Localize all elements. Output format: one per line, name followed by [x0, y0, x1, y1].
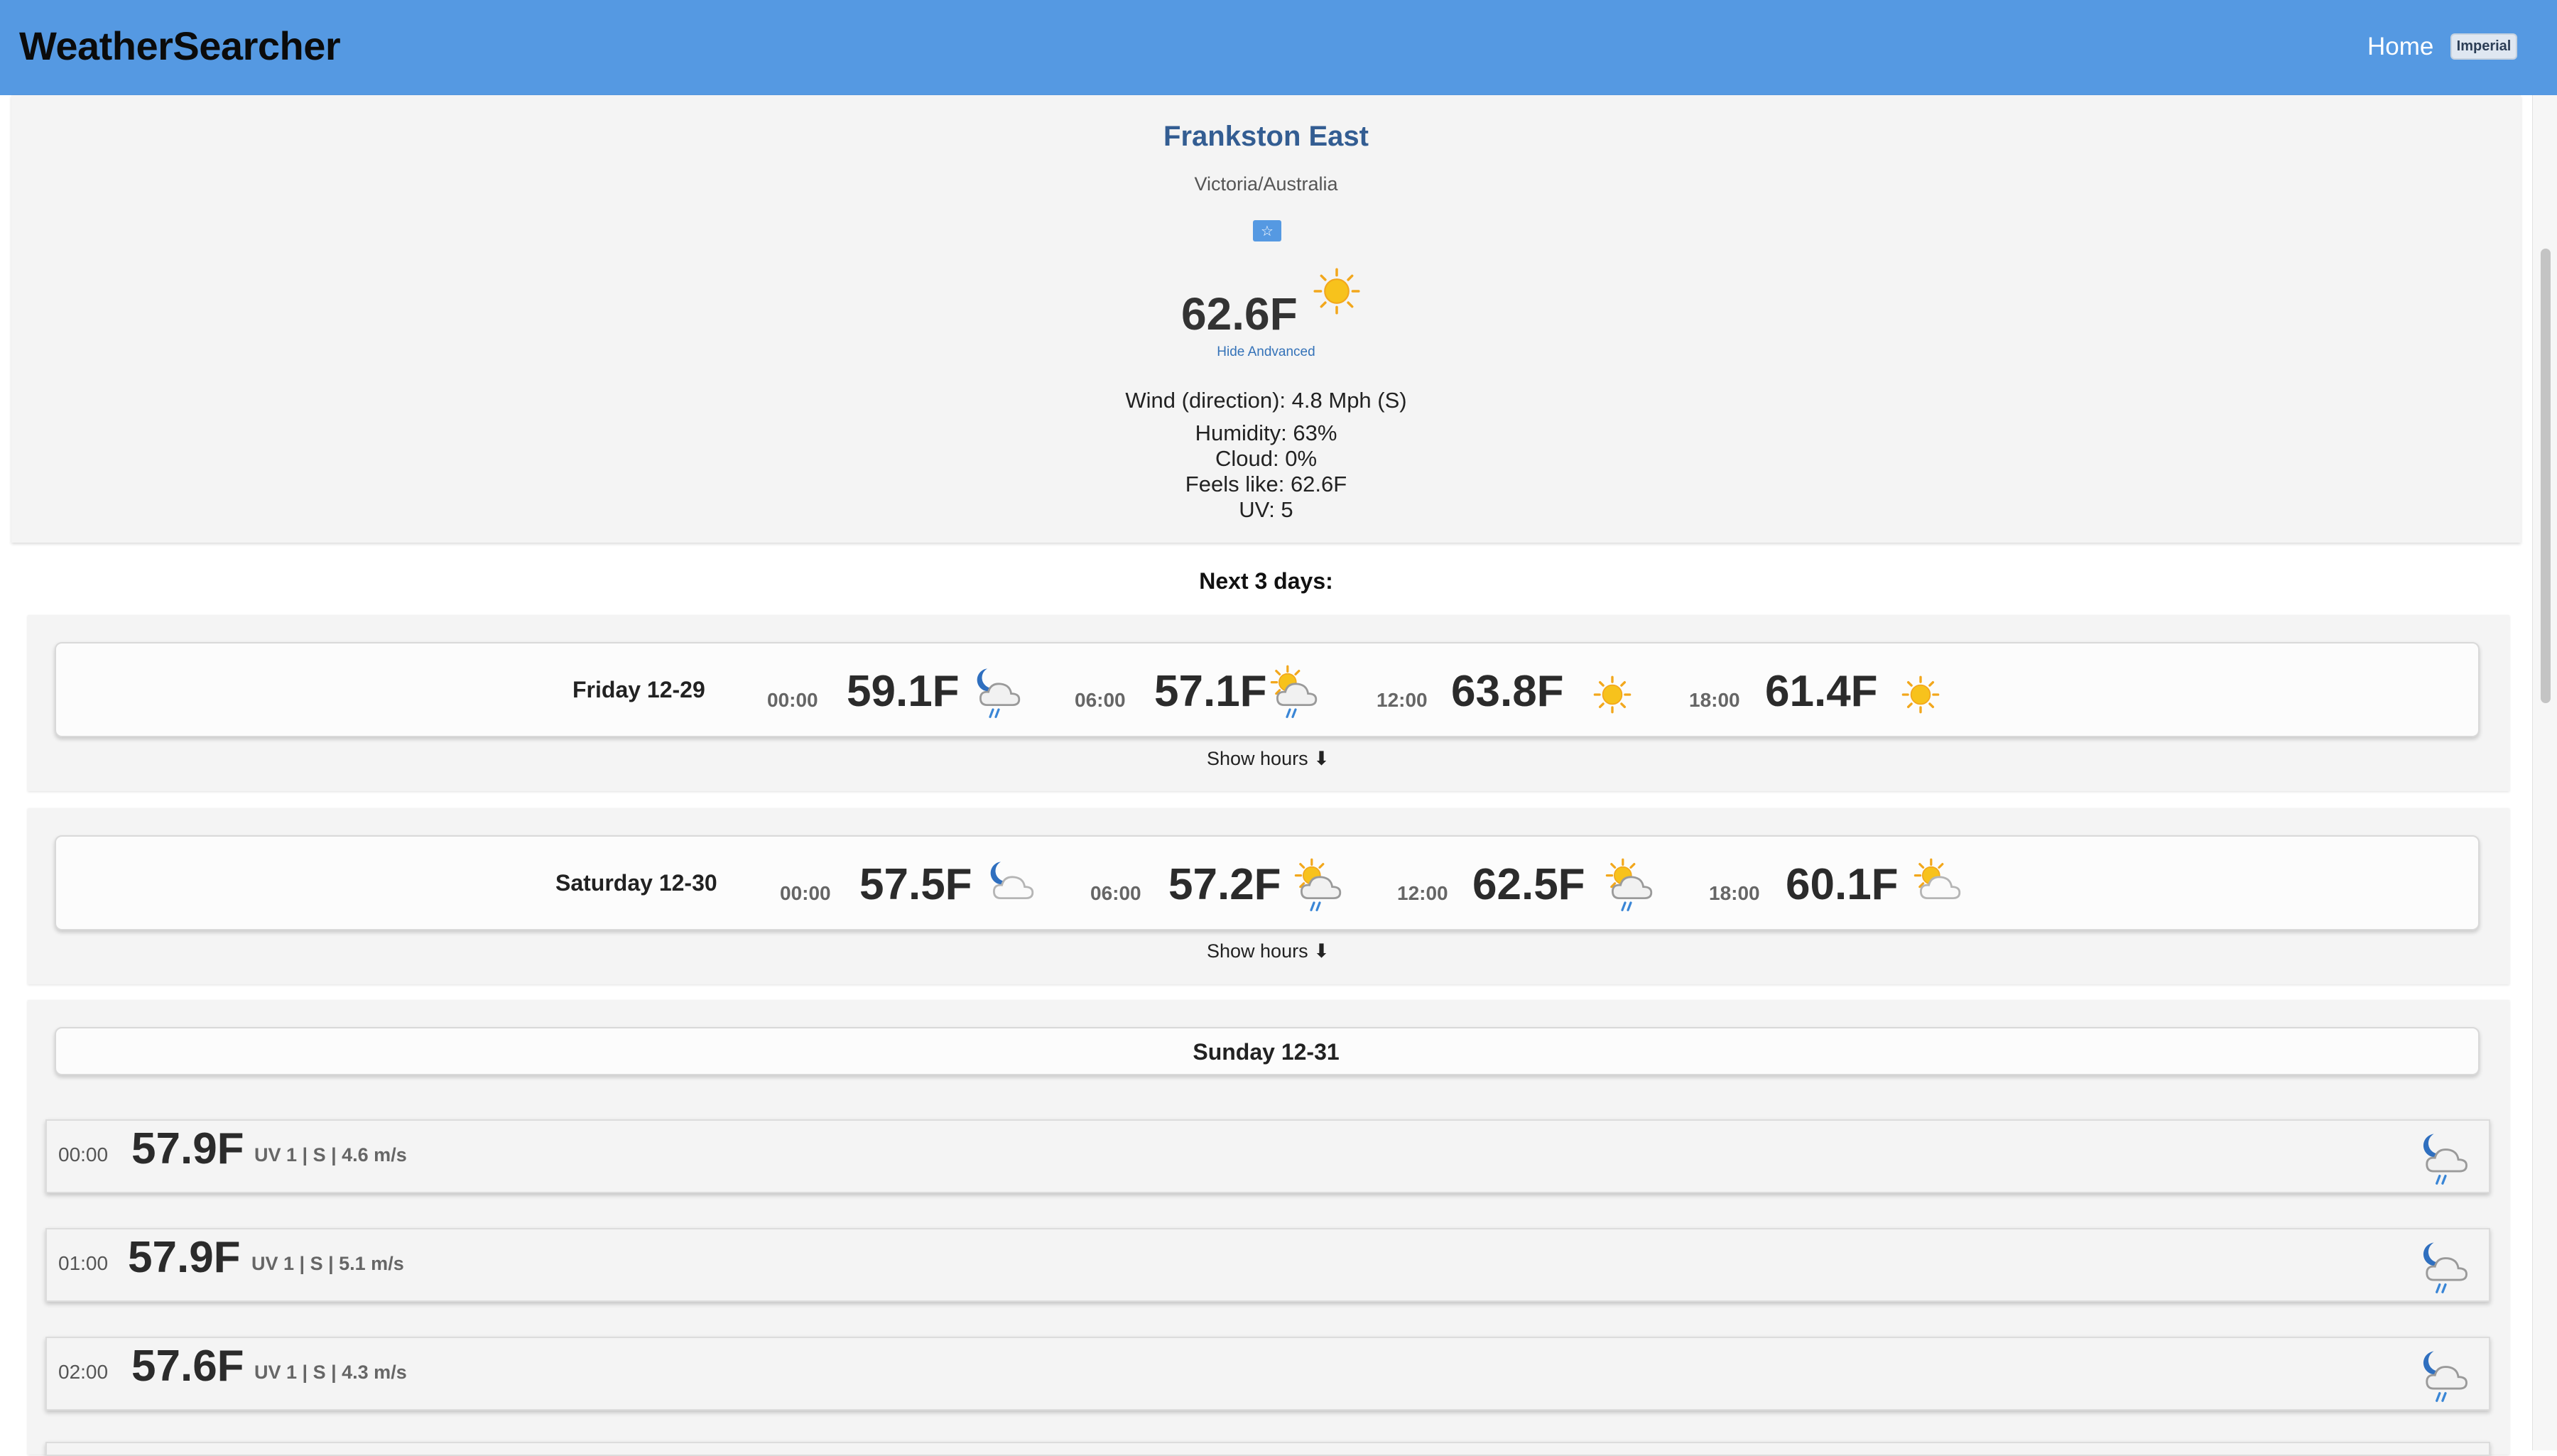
slot-time: 18:00 [1709, 882, 1760, 904]
sun-icon [1593, 675, 1632, 714]
sun-cloud-rain-icon [1270, 665, 1318, 718]
moon-cloud-icon [990, 862, 1034, 899]
slot-time: 00:00 [767, 689, 818, 711]
slot-time: 18:00 [1689, 689, 1740, 711]
slot-temperature: 62.5F [1472, 860, 1585, 909]
hour-details: UV 1 | S | 5.1 m/s [251, 1253, 404, 1274]
slot-time: 00:00 [780, 882, 831, 904]
moon-cloud-rain-icon [977, 668, 1021, 718]
location-name: Frankston East [1163, 121, 1369, 152]
moon-cloud-rain-icon [2423, 1351, 2468, 1402]
slot-time: 06:00 [1075, 689, 1126, 711]
top-navbar: WeatherSearcher Home Imperial [0, 0, 2557, 95]
slot-temperature: 57.1F [1154, 667, 1267, 716]
brand-logo[interactable]: WeatherSearcher [19, 23, 341, 69]
sun-cloud-rain-icon [1294, 858, 1342, 911]
scrollbar-thumb[interactable] [2541, 249, 2551, 703]
cloud-detail: Cloud: 0% [1215, 446, 1318, 471]
show-hours-button[interactable]: Show hours ⬇ [1207, 940, 1330, 962]
hourly-row [45, 1442, 2490, 1456]
forecast-heading: Next 3 days: [1199, 568, 1333, 594]
moon-cloud-rain-icon [2423, 1134, 2468, 1185]
slot-temperature: 63.8F [1451, 667, 1564, 716]
hourly-row [45, 1119, 2490, 1193]
feels-like-detail: Feels like: 62.6F [1185, 472, 1347, 496]
uv-detail: UV: 5 [1239, 497, 1293, 522]
favorite-button[interactable]: ☆ [1253, 220, 1281, 241]
sun-cloud-icon [1913, 858, 1961, 899]
hour-temperature: 57.9F [131, 1124, 244, 1173]
sun-icon [1313, 268, 1360, 315]
hour-time: 02:00 [58, 1361, 109, 1383]
slot-temperature: 57.2F [1168, 860, 1281, 909]
slot-temperature: 57.5F [859, 860, 972, 909]
sun-cloud-rain-icon [1605, 858, 1653, 911]
sun-icon [1901, 675, 1940, 714]
slot-temperature: 61.4F [1765, 667, 1878, 716]
nav-home-link[interactable]: Home [2367, 33, 2433, 61]
hour-time: 00:00 [58, 1143, 109, 1166]
slot-time: 12:00 [1397, 882, 1448, 904]
star-icon: ☆ [1261, 223, 1274, 239]
hour-temperature: 57.6F [131, 1342, 244, 1391]
hour-temperature: 57.9F [128, 1233, 241, 1282]
hide-advanced-link[interactable]: Hide Andvanced [0, 344, 2532, 360]
wind-detail: Wind (direction): 4.8 Mph (S) [1125, 388, 1407, 413]
day-title: Sunday 12-31 [1193, 1039, 1340, 1065]
humidity-detail: Humidity: 63% [1195, 420, 1337, 445]
hour-time: 01:00 [58, 1252, 109, 1274]
unit-toggle-button[interactable]: Imperial [2450, 33, 2517, 60]
moon-cloud-rain-icon [2423, 1242, 2468, 1293]
slot-time: 12:00 [1377, 689, 1428, 711]
location-region: Victoria/Australia [1194, 173, 1338, 195]
slot-time: 06:00 [1090, 882, 1141, 904]
hour-details: UV 1 | S | 4.6 m/s [254, 1144, 407, 1166]
current-temperature: 62.6F [1181, 288, 1298, 339]
hour-details: UV 1 | S | 4.3 m/s [254, 1362, 407, 1383]
slot-temperature: 60.1F [1786, 860, 1899, 909]
hourly-row [45, 1228, 2490, 1302]
hourly-row [45, 1337, 2490, 1411]
slot-temperature: 59.1F [847, 667, 960, 716]
day-title: Friday 12-29 [572, 677, 705, 702]
show-hours-button[interactable]: Show hours ⬇ [1207, 748, 1330, 770]
day-title: Saturday 12-30 [555, 870, 717, 896]
